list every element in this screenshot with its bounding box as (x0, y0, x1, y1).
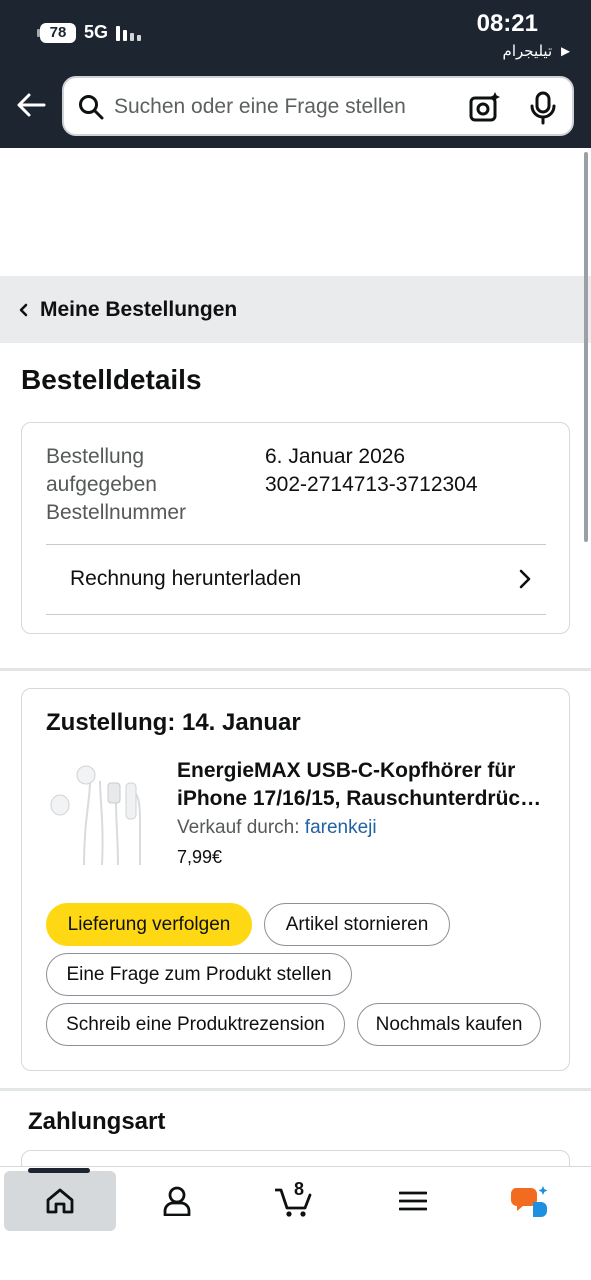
chevron-left-icon (19, 303, 28, 316)
bottom-navigation: 8 (0, 1166, 591, 1280)
telegram-return[interactable]: تیلیجرام ► (502, 42, 573, 61)
product-title[interactable]: EnergieMAX USB-C-Kopfhörer für iPhone 17… (177, 757, 547, 813)
scrollbar[interactable] (584, 152, 588, 542)
download-invoice-label: Rechnung herunterladen (70, 567, 302, 590)
order-number: 302-2714713-3712304 (265, 473, 478, 496)
seller-info: Verkauf durch: farenkeji (177, 817, 377, 839)
play-icon: ► (558, 42, 573, 60)
product-thumbnail[interactable] (46, 761, 156, 871)
seller-prefix: Verkauf durch: (177, 817, 305, 838)
order-label-line1: Bestellung (46, 445, 145, 468)
signal-icon (116, 25, 142, 41)
order-summary-card: Bestellung aufgegeben Bestellnummer 6. J… (21, 422, 570, 634)
nav-home[interactable] (4, 1168, 116, 1231)
search-input[interactable] (114, 92, 454, 122)
chevron-right-icon (519, 569, 531, 589)
nav-cart[interactable]: 8 (258, 1171, 332, 1231)
section-separator (0, 668, 591, 671)
product-title-line1: EnergieMAX USB-C-Kopfhörer für (177, 759, 516, 782)
network-type: 5G (84, 22, 109, 42)
payment-method-title: Zahlungsart (28, 1108, 166, 1135)
empty-banner-area (0, 148, 580, 276)
camera-search-icon[interactable] (468, 91, 502, 123)
search-icon (79, 95, 104, 120)
buy-again-button[interactable]: Nochmals kaufen (357, 1003, 541, 1046)
divider (46, 614, 546, 615)
app-header: 78 5G 08:21 تیلیجرام ► (0, 0, 591, 148)
telegram-label: تیلیجرام (502, 43, 553, 60)
rufus-assistant-icon (511, 1186, 548, 1217)
battery-indicator: 78 (37, 22, 76, 43)
nav-menu[interactable] (376, 1171, 450, 1231)
home-icon (46, 1188, 74, 1214)
status-indicators: 78 5G (37, 22, 142, 43)
order-date: 6. Januar 2026 (265, 445, 406, 468)
person-icon (163, 1186, 191, 1216)
nav-rufus[interactable] (494, 1171, 568, 1231)
status-time: 08:21 (476, 10, 538, 37)
order-label-line2: aufgegeben (46, 473, 157, 496)
nav-account[interactable] (140, 1171, 214, 1231)
page-title: Bestelldetails (21, 364, 202, 395)
microphone-icon[interactable] (530, 91, 556, 125)
breadcrumb[interactable]: Meine Bestellungen (0, 276, 591, 343)
download-invoice-row[interactable]: Rechnung herunterladen (46, 545, 546, 613)
order-label-line3: Bestellnummer (46, 501, 187, 524)
shipment-card: Zustellung: 14. Januar EnergieMAX USB-C-… (21, 688, 570, 1071)
seller-link[interactable]: farenkeji (305, 817, 377, 838)
ask-question-button[interactable]: Eine Frage zum Produkt stellen (46, 953, 352, 996)
search-bar[interactable] (62, 76, 574, 136)
product-price: 7,99€ (177, 847, 223, 867)
product-title-line2: iPhone 17/16/15, Rauschunterdrückung (177, 787, 547, 810)
delivery-date-title: Zustellung: 14. Januar (46, 709, 301, 736)
hamburger-menu-icon (399, 1191, 427, 1211)
breadcrumb-label: Meine Bestellungen (40, 297, 238, 321)
write-review-button[interactable]: Schreib eine Produktrezension (46, 1003, 345, 1046)
back-button[interactable] (14, 88, 48, 122)
arrow-left-icon (17, 93, 46, 117)
cancel-item-button[interactable]: Artikel stornieren (264, 903, 450, 946)
cart-count: 8 (294, 1179, 305, 1199)
section-separator (0, 1088, 591, 1091)
track-delivery-button[interactable]: Lieferung verfolgen (46, 903, 252, 946)
